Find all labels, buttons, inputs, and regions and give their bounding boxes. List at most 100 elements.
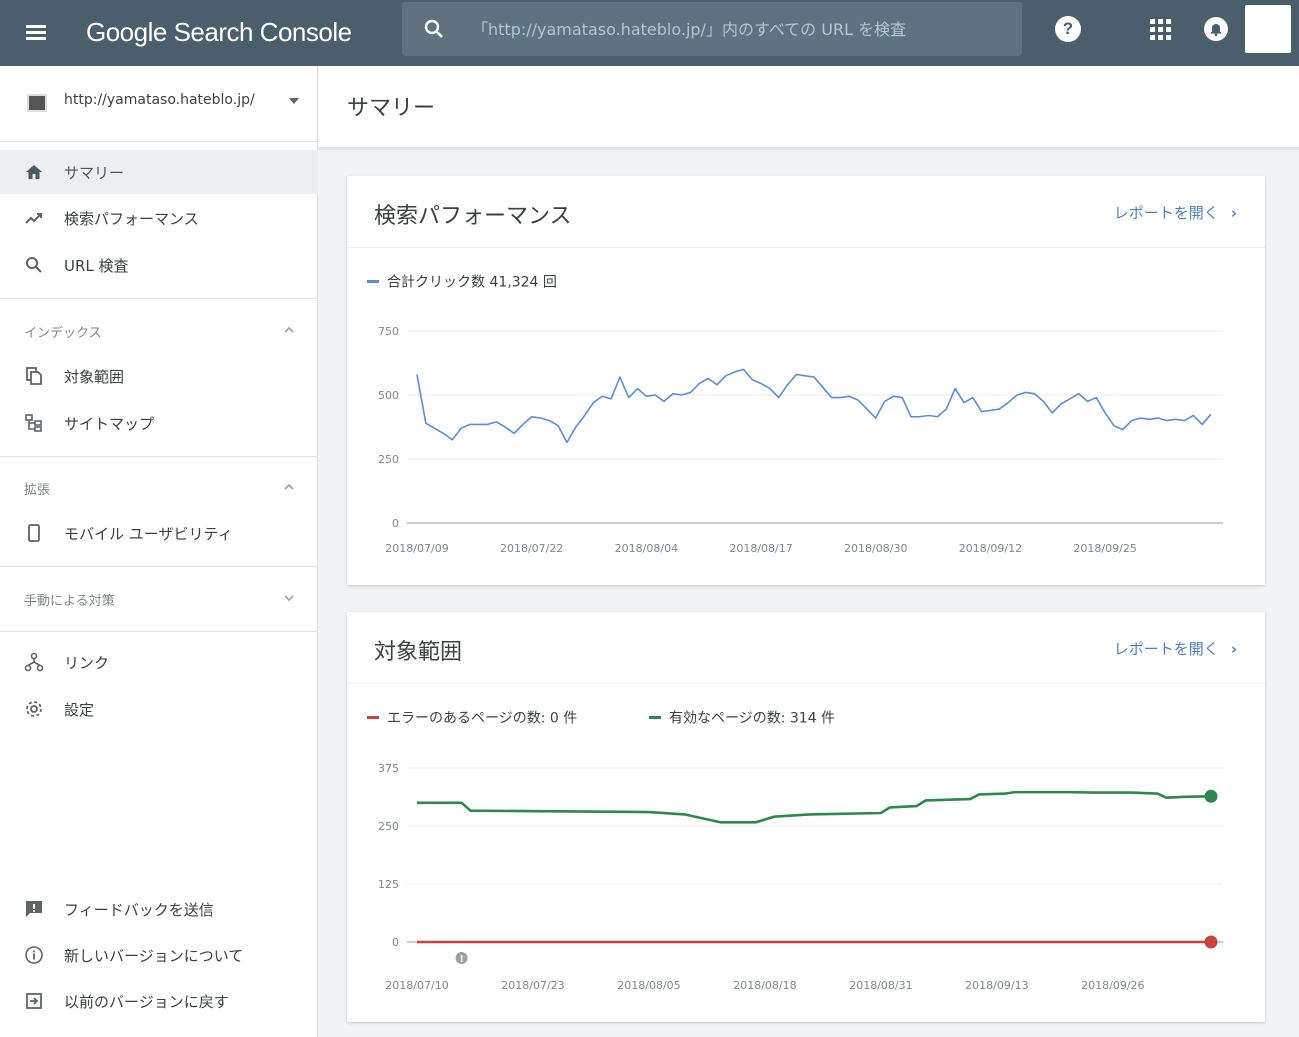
chevron-right-icon: › <box>1230 204 1237 222</box>
legend-errors[interactable]: エラーのあるページの数: 0 件 <box>367 707 577 727</box>
x-tick-label: 2018/08/05 <box>617 979 680 992</box>
x-tick-label: 2018/08/18 <box>733 979 796 992</box>
sidebar-item-mobile-usability[interactable]: モバイル ユーザビリティ <box>0 511 318 555</box>
legend-label: 有効なページの数: 314 件 <box>669 710 836 727</box>
sidebar-item-links[interactable]: リンク <box>0 640 318 684</box>
x-tick-label: 2018/07/09 <box>385 542 448 555</box>
section-label: インデックス <box>24 326 102 341</box>
y-tick-label: 0 <box>392 936 399 949</box>
section-enhancements[interactable]: 拡張 <box>0 468 318 508</box>
x-tick-label: 2018/07/23 <box>501 979 564 992</box>
legend-swatch <box>649 716 661 719</box>
sidebar-item-label: 設定 <box>64 701 95 719</box>
x-tick-label: 2018/08/30 <box>844 542 907 555</box>
feedback-icon <box>26 901 42 917</box>
top-app-bar: Google Search Console ? <box>0 0 1299 66</box>
section-manual-actions[interactable]: 手動による対策 <box>0 579 318 619</box>
url-inspect-search[interactable] <box>402 2 1022 56</box>
sidebar-item-label: モバイル ユーザビリティ <box>64 525 233 543</box>
open-report-link[interactable]: レポートを開く › <box>1114 202 1237 223</box>
x-tick-label: 2018/07/22 <box>500 542 563 555</box>
sidebar-item-about-new-version[interactable]: 新しいバージョンについて <box>0 933 318 977</box>
sidebar-item-label: 以前のバージョンに戻す <box>64 993 229 1011</box>
divider <box>0 631 318 632</box>
menu-icon[interactable] <box>18 19 54 47</box>
legend-swatch <box>367 280 379 283</box>
legend-clicks[interactable]: 合計クリック数 41,324 回 <box>367 271 557 291</box>
sidebar-item-settings[interactable]: 設定 <box>0 687 318 731</box>
home-icon <box>26 165 42 179</box>
chevron-up-icon <box>284 326 294 333</box>
copy-icon <box>26 367 42 385</box>
phone-icon <box>28 524 40 542</box>
gear-icon <box>26 701 42 717</box>
links-icon <box>24 652 44 672</box>
app-title: Google Search Console <box>86 17 352 47</box>
y-tick-label: 250 <box>378 453 399 466</box>
sidebar-item-label: サイトマップ <box>64 415 155 433</box>
page-title: サマリー <box>347 96 436 121</box>
y-tick-label: 0 <box>392 517 399 530</box>
sidebar: http://yamataso.hateblo.jp/ サマリー 検索パフォーマ… <box>0 66 318 1037</box>
search-input[interactable] <box>472 2 1002 56</box>
sidebar-item-summary[interactable]: サマリー <box>0 150 318 194</box>
y-tick-label: 750 <box>378 325 399 338</box>
series-line <box>416 368 1212 444</box>
apps-grid-icon[interactable] <box>1148 17 1172 41</box>
sidebar-item-performance[interactable]: 検索パフォーマンス <box>0 196 318 240</box>
open-report-link[interactable]: レポートを開く › <box>1114 638 1237 659</box>
sidebar-item-old-version[interactable]: 以前のバージョンに戻す <box>0 979 318 1023</box>
search-icon <box>424 19 443 38</box>
sidebar-item-coverage[interactable]: 対象範囲 <box>0 354 318 398</box>
sidebar-item-label: 検索パフォーマンス <box>64 210 199 228</box>
y-tick-label: 375 <box>378 762 399 775</box>
x-tick-label: 2018/09/25 <box>1073 542 1136 555</box>
sidebar-item-label: リンク <box>64 654 110 672</box>
performance-card: 750 500 250 0 2018/07/09 2018/07/22 2018/08/04… <box>347 176 1265 585</box>
help-icon[interactable]: ? <box>1055 16 1081 42</box>
annotation-glyph: ! <box>459 954 464 965</box>
sidebar-item-label: サマリー <box>64 164 125 182</box>
chevron-up-icon <box>284 483 294 490</box>
x-tick-label: 2018/09/13 <box>965 979 1028 992</box>
y-tick-label: 250 <box>378 820 399 833</box>
section-label: 手動による対策 <box>24 594 115 609</box>
notifications-bell-icon[interactable] <box>1203 16 1229 42</box>
sidebar-item-url-inspection[interactable]: URL 検査 <box>0 243 318 287</box>
x-tick-label: 2018/09/26 <box>1081 979 1144 992</box>
x-tick-label: 2018/08/04 <box>615 542 678 555</box>
info-icon <box>25 946 43 964</box>
divider <box>0 298 318 299</box>
open-report-label: レポートを開く <box>1113 640 1219 658</box>
page-header: サマリー <box>319 66 1299 150</box>
caret-down-icon <box>289 98 299 104</box>
open-report-label: レポートを開く <box>1113 204 1219 222</box>
legend-valid[interactable]: 有効なページの数: 314 件 <box>649 707 835 727</box>
search-icon <box>26 257 42 273</box>
legend-swatch <box>367 716 379 719</box>
x-tick-label: 2018/08/31 <box>849 979 912 992</box>
card-header: 検索パフォーマンス レポートを開く › <box>347 176 1265 248</box>
x-tick-label: 2018/07/10 <box>385 979 448 992</box>
y-tick-label: 500 <box>378 389 399 402</box>
legend-label: エラーのあるページの数: 0 件 <box>387 710 578 727</box>
account-avatar[interactable] <box>1245 5 1291 53</box>
coverage-card: 375 250 125 0 2018/07/10 2018/07/23 2018/08/05… <box>347 612 1265 1022</box>
exit-icon <box>26 993 42 1009</box>
chevron-right-icon: › <box>1230 640 1237 658</box>
property-favicon <box>27 94 47 112</box>
series-end-point <box>1204 789 1218 803</box>
series-end-point <box>1204 935 1218 949</box>
legend-label: 合計クリック数 41,324 回 <box>387 274 557 291</box>
x-tick-label: 2018/08/17 <box>729 542 792 555</box>
series-line <box>417 790 1212 824</box>
card-title: 検索パフォーマンス <box>374 204 572 229</box>
section-index[interactable]: インデックス <box>0 311 318 351</box>
sidebar-item-sitemaps[interactable]: サイトマップ <box>0 401 318 445</box>
section-label: 拡張 <box>24 483 51 498</box>
chevron-down-icon <box>284 595 294 602</box>
trending-icon <box>25 213 42 224</box>
sidebar-item-send-feedback[interactable]: フィードバックを送信 <box>0 887 318 931</box>
property-selector[interactable]: http://yamataso.hateblo.jp/ <box>0 66 318 142</box>
divider <box>0 456 318 457</box>
